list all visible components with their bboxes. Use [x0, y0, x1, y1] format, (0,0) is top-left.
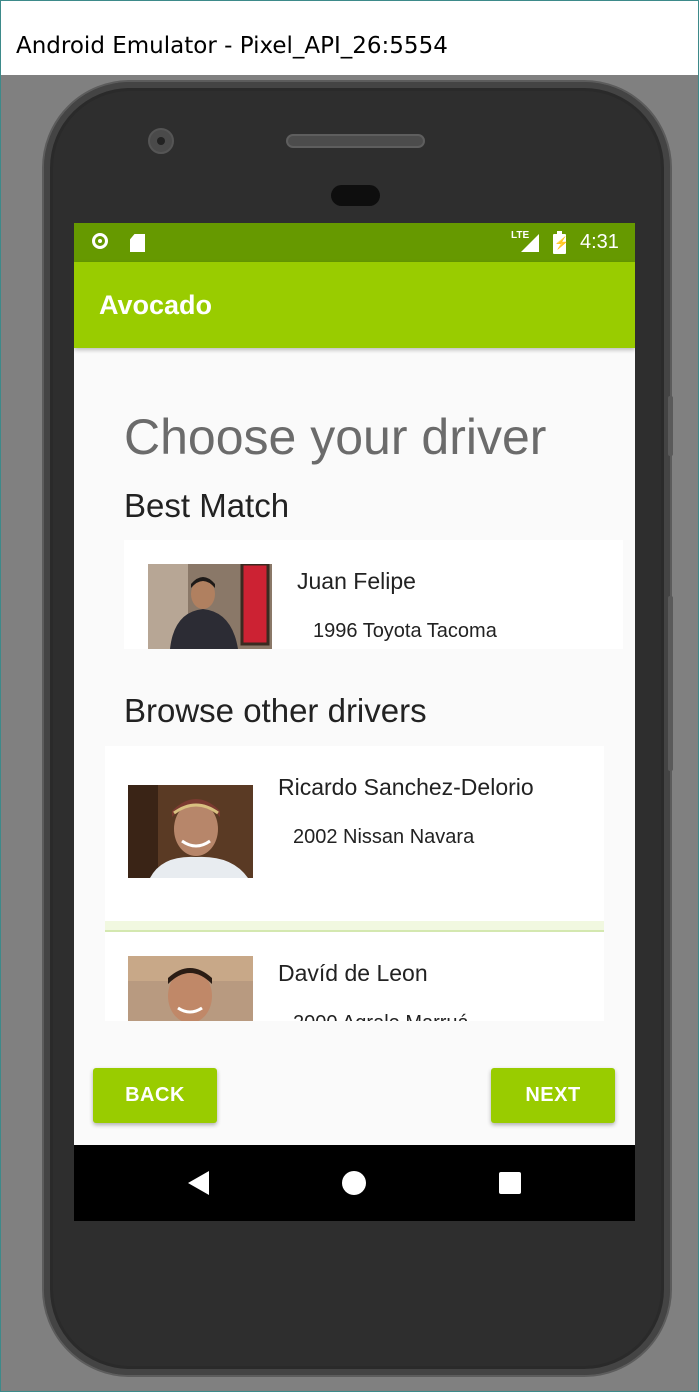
browse-drivers-heading: Browse other drivers — [124, 692, 427, 729]
driver-car: 2000 Agrale Marruá — [293, 1012, 469, 1021]
best-match-heading: Best Match — [124, 487, 290, 524]
window-titlebar: Android Emulator - Pixel_API_26:5554 — [1, 1, 698, 75]
navigation-bar — [74, 1145, 635, 1221]
earpiece-speaker — [286, 134, 425, 148]
driver-list[interactable]: Ricardo Sanchez-Delorio 2002 Nissan Nava… — [105, 746, 604, 1021]
sync-status-icon — [92, 233, 108, 249]
driver-photo-avatar — [128, 785, 253, 878]
juan-felipe-photo — [148, 564, 272, 649]
list-item[interactable]: Davíd de Leon 2000 Agrale Marruá — [105, 932, 604, 1021]
app-bar: Avocado — [74, 262, 635, 348]
nav-back-icon[interactable] — [188, 1171, 209, 1195]
driver-name: Davíd de Leon — [278, 960, 428, 986]
battery-charging-icon — [553, 231, 569, 254]
device-screen: LTE 4:31 Avocado Choose your driver Best… — [74, 223, 635, 1221]
window-title: Android Emulator - Pixel_API_26:5554 — [16, 33, 448, 59]
status-time: 4:31 — [580, 231, 619, 253]
front-camera-icon — [148, 128, 174, 154]
driver-name: Ricardo Sanchez-Delorio — [278, 774, 534, 800]
emulator-window: Android Emulator - Pixel_API_26:5554 LTE… — [0, 0, 699, 1392]
david-photo — [128, 956, 253, 1021]
signal-strength-icon — [521, 234, 539, 252]
best-match-driver-name: Juan Felipe — [297, 568, 416, 594]
power-button[interactable] — [668, 396, 673, 456]
driver-car: 2002 Nissan Navara — [293, 826, 475, 848]
ricardo-photo — [128, 785, 253, 878]
nav-home-icon[interactable] — [342, 1171, 366, 1195]
next-button[interactable]: NEXT — [491, 1068, 615, 1123]
best-match-driver-car: 1996 Toyota Tacoma — [313, 620, 497, 642]
back-button[interactable]: BACK — [93, 1068, 217, 1123]
nav-recents-icon[interactable] — [499, 1172, 521, 1194]
app-title: Avocado — [99, 290, 213, 320]
page-title: Choose your driver — [124, 409, 547, 465]
proximity-sensor — [331, 185, 380, 206]
best-match-driver-card[interactable]: Juan Felipe 1996 Toyota Tacoma — [124, 540, 623, 649]
status-bar: LTE 4:31 — [74, 223, 635, 262]
list-item[interactable]: Ricardo Sanchez-Delorio 2002 Nissan Nava… — [105, 746, 604, 921]
list-divider — [105, 921, 604, 932]
driver-photo-avatar — [148, 564, 272, 649]
driver-photo-avatar — [128, 956, 253, 1021]
volume-rocker[interactable] — [668, 596, 673, 771]
sd-card-icon — [130, 234, 145, 252]
